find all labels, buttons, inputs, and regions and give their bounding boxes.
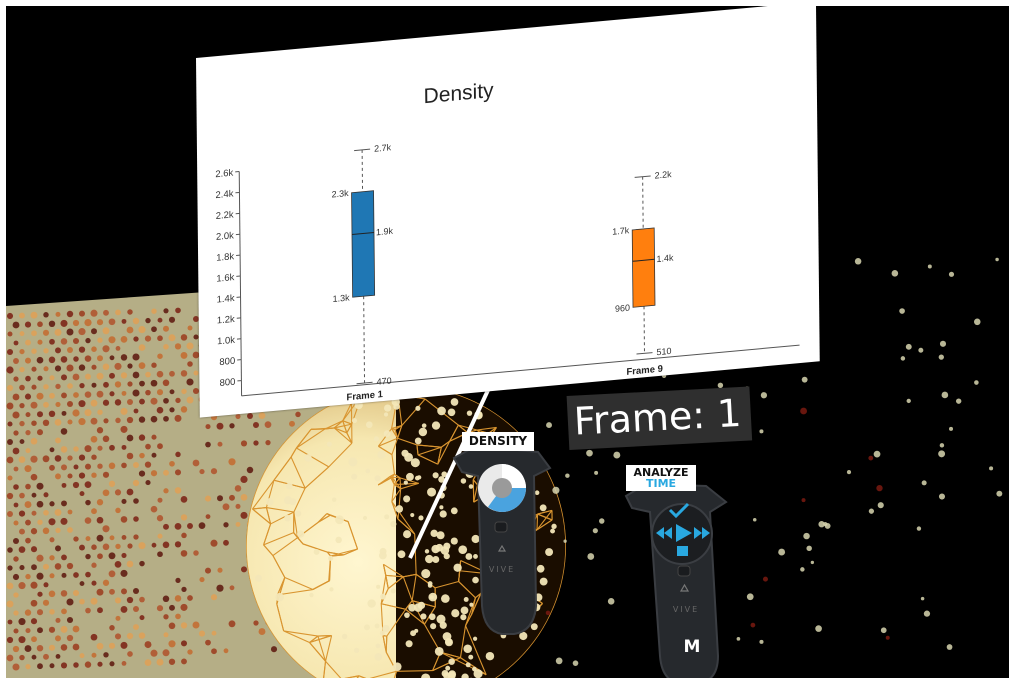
y-axis-line [238,171,243,396]
frame-readout: Frame: 1 [566,386,753,450]
density-label: DENSITY [462,432,534,451]
dial-trackpad-icon[interactable] [478,464,526,512]
y-tick-label: 2.2k [216,209,234,222]
value-label-max: 2.7k [374,142,392,154]
upper-whisker [642,176,644,230]
y-tick-label: 1.2k [217,314,235,327]
box-plot: Density 800 800 1.0k 1.2k 1.4k 1.6k 1.8k 2.0k 2.… [215,79,800,403]
time-text: TIME [645,477,677,490]
min-cap [636,352,653,355]
value-label-min: 510 [656,346,671,357]
y-tick-label: 1.4k [217,293,235,306]
box-2: 2.2k 1.7k 1.4k 960 510 Frame 9 [612,169,674,378]
y-tick-label: 2.6k [215,168,233,181]
value-label-q1: 960 [615,303,630,314]
right-controller[interactable]: VIVE M [624,482,728,678]
iqr-box [351,190,376,298]
y-tick-label: 1.0k [217,335,235,348]
lower-whisker [363,296,366,384]
y-tick-label: 800 [219,356,235,368]
frame-readout-text: Frame: 1 [572,390,743,444]
x-category-label: Frame 1 [346,389,383,403]
x-category-label: Frame 9 [626,364,662,378]
box-1: 2.7k 2.3k 1.9k 1.3k 470 Frame 1 [332,142,394,403]
density-label-text: DENSITY [468,434,528,448]
chart-title: Density [424,79,495,108]
menu-button-right[interactable] [677,565,691,577]
menu-letter: M [684,637,701,657]
value-label-q3: 2.3k [332,188,350,200]
y-tick-label: 1.8k [216,251,234,264]
brand-text: VIVE [489,565,515,574]
y-tick-label: 1.6k [216,272,234,285]
brand-text: VIVE [673,605,699,614]
y-tick-label: 2.4k [215,188,233,201]
stop-icon[interactable] [677,546,688,556]
menu-button[interactable] [494,521,508,533]
chart-panel: Density 800 800 1.0k 1.2k 1.4k 1.6k 1.8k 2.0k 2.… [196,6,820,418]
value-label-median: 1.9k [376,226,394,238]
y-tick-label: 2.0k [216,230,234,243]
iqr-box [631,227,656,308]
analyze-time-label: ANALYZE TIME [626,465,696,491]
value-label-max: 2.2k [655,169,673,181]
y-tick-label: 800 [220,377,236,389]
value-label-q1: 1.3k [333,292,351,304]
value-label-q3: 1.7k [612,225,630,237]
vr-scene: VIVE VIVE M Density 800 800 1.0k 1.2k 1.4k 1.… [6,6,1009,678]
value-label-min: 470 [377,376,392,387]
value-label-median: 1.4k [656,253,674,265]
